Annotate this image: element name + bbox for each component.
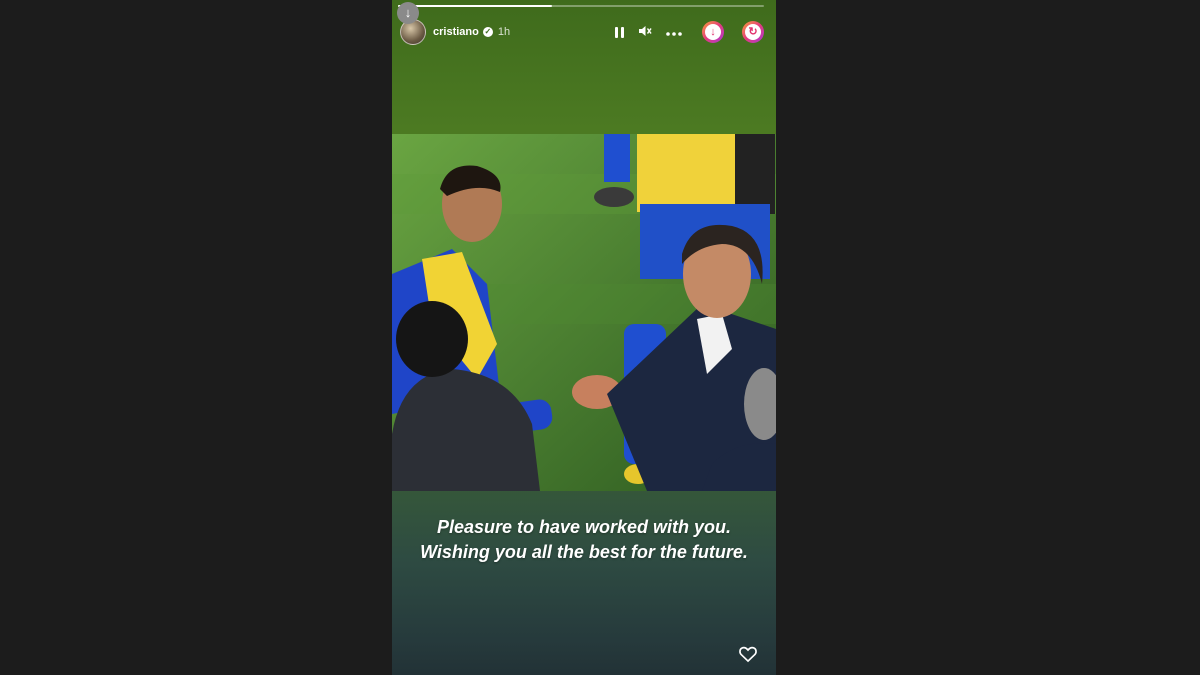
download-icon[interactable]: ↓ xyxy=(397,2,419,24)
verified-badge-icon: ✓ xyxy=(482,27,493,37)
story-caption: Pleasure to have worked with you. Wishin… xyxy=(392,515,776,565)
caption-line-1: Pleasure to have worked with you. xyxy=(436,517,732,537)
heart-icon[interactable] xyxy=(738,644,758,664)
story-controls: ↓ ↻ xyxy=(615,21,764,43)
username[interactable]: cristiano xyxy=(433,26,479,38)
caption-line-2: Wishing you all the best for the future. xyxy=(420,542,748,562)
post-time: 1h xyxy=(497,26,511,38)
story-header: ↓ cristiano ✓ 1h ↓ ↻ xyxy=(397,2,764,46)
story-viewer[interactable]: ↓ cristiano ✓ 1h ↓ ↻ Pleasure to have wo… xyxy=(392,0,776,675)
avatar[interactable]: ↓ xyxy=(397,2,426,45)
repost-icon[interactable]: ↻ xyxy=(742,21,764,43)
pause-icon[interactable] xyxy=(615,26,624,38)
mute-icon[interactable] xyxy=(638,25,652,40)
story-progress-fill xyxy=(398,5,552,7)
save-icon[interactable]: ↓ xyxy=(702,21,724,43)
more-icon[interactable] xyxy=(666,25,682,39)
story-photo xyxy=(392,134,776,491)
story-progress-track xyxy=(398,5,764,7)
